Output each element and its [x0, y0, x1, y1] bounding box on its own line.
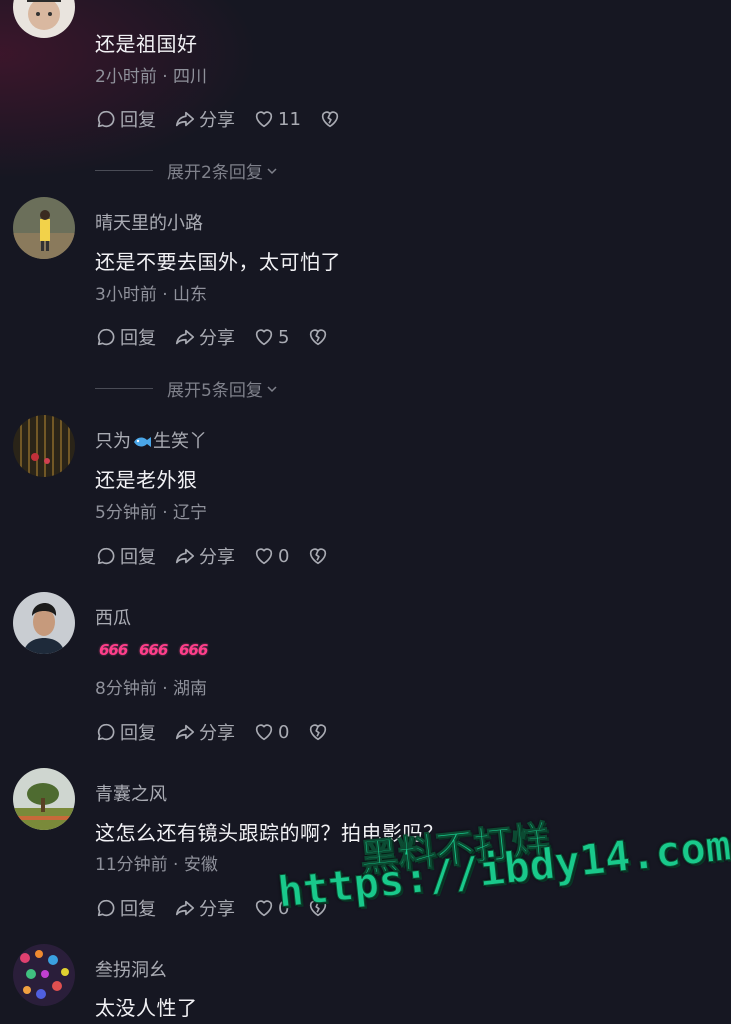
- broken-heart-icon: [310, 724, 327, 741]
- username[interactable]: 西瓜: [95, 604, 131, 630]
- emoji-row: 666 666 666: [99, 641, 208, 659]
- reply-button[interactable]: 回复: [95, 106, 156, 132]
- heart-icon: [255, 548, 273, 565]
- username[interactable]: 只为 生笑丫: [95, 427, 207, 453]
- share-icon: [175, 548, 195, 564]
- divider: [95, 170, 153, 171]
- share-button[interactable]: 分享: [174, 719, 235, 745]
- chevron-down-icon: [267, 167, 277, 174]
- like-button[interactable]: 0: [253, 721, 289, 743]
- like-count: 0: [278, 545, 290, 567]
- divider: [95, 388, 153, 389]
- comment-meta: 3小时前 · 山东: [95, 285, 208, 305]
- comment-meta: 11分钟前 · 安徽: [95, 855, 218, 875]
- emoji-666: 666: [179, 641, 208, 659]
- reply-icon: [97, 899, 115, 917]
- like-count: 0: [278, 721, 290, 743]
- share-label: 分享: [199, 899, 235, 920]
- broken-heart-icon: [310, 329, 327, 346]
- share-button[interactable]: 分享: [174, 324, 235, 350]
- reply-label: 回复: [120, 899, 156, 920]
- avatar[interactable]: [13, 415, 75, 477]
- like-button[interactable]: 11: [253, 108, 301, 130]
- comment-text: 还是祖国好: [95, 32, 198, 56]
- share-label: 分享: [199, 723, 235, 744]
- comment-actions: 回复 分享 5: [95, 324, 347, 350]
- username-prefix: 只为: [95, 431, 131, 452]
- like-count: 5: [278, 326, 290, 348]
- comment-text: 还是不要去国外，太可怕了: [95, 250, 341, 274]
- share-button[interactable]: 分享: [174, 895, 235, 921]
- share-icon: [175, 724, 195, 740]
- dislike-button[interactable]: [307, 545, 329, 567]
- expand-replies-button[interactable]: 展开2条回复: [95, 158, 279, 183]
- reply-icon: [97, 547, 115, 565]
- share-label: 分享: [199, 110, 235, 131]
- share-icon: [175, 900, 195, 916]
- reply-icon: [97, 723, 115, 741]
- comment-meta: 2小时前 · 四川: [95, 67, 208, 87]
- avatar[interactable]: [13, 944, 75, 1006]
- heart-icon: [255, 111, 273, 128]
- like-button[interactable]: 5: [253, 326, 289, 348]
- reply-button[interactable]: 回复: [95, 324, 156, 350]
- comment-meta: 5分钟前 · 辽宁: [95, 503, 208, 523]
- username[interactable]: 叁拐洞幺: [95, 956, 167, 982]
- comment-text: 太没人性了: [95, 996, 198, 1020]
- comment-actions: 回复 分享 0: [95, 543, 347, 569]
- expand-replies-label: 展开5条回复: [167, 381, 263, 401]
- reply-icon: [97, 328, 115, 346]
- reply-label: 回复: [120, 547, 156, 568]
- broken-heart-icon: [321, 111, 339, 128]
- reply-icon: [97, 110, 115, 128]
- reply-label: 回复: [120, 328, 156, 349]
- avatar[interactable]: [13, 0, 75, 38]
- dislike-button[interactable]: [307, 326, 329, 348]
- share-icon: [175, 111, 195, 127]
- avatar[interactable]: [13, 592, 75, 654]
- username[interactable]: 晴天里的小路: [95, 209, 203, 235]
- comment-actions: 回复 分享 11: [95, 106, 359, 132]
- heart-icon: [255, 900, 273, 917]
- reply-label: 回复: [120, 723, 156, 744]
- comment-meta: 8分钟前 · 湖南: [95, 679, 208, 699]
- heart-icon: [255, 329, 273, 346]
- fish-emoji-icon: [134, 437, 151, 447]
- comment-text: 还是老外狠: [95, 468, 198, 492]
- reply-button[interactable]: 回复: [95, 543, 156, 569]
- broken-heart-icon: [310, 548, 327, 565]
- share-label: 分享: [199, 328, 235, 349]
- share-button[interactable]: 分享: [174, 106, 235, 132]
- like-button[interactable]: 0: [253, 545, 289, 567]
- share-button[interactable]: 分享: [174, 543, 235, 569]
- chevron-down-icon: [267, 385, 277, 392]
- avatar[interactable]: [13, 197, 75, 259]
- emoji-666: 666: [99, 641, 128, 659]
- dislike-button[interactable]: [319, 108, 341, 130]
- emoji-666: 666: [139, 641, 168, 659]
- avatar[interactable]: [13, 768, 75, 830]
- reply-button[interactable]: 回复: [95, 719, 156, 745]
- comment-actions: 回复 分享 0: [95, 719, 347, 745]
- dislike-button[interactable]: [307, 721, 329, 743]
- username-suffix: 生笑丫: [153, 431, 207, 452]
- reply-button[interactable]: 回复: [95, 895, 156, 921]
- share-label: 分享: [199, 547, 235, 568]
- heart-icon: [255, 724, 273, 741]
- expand-replies-button[interactable]: 展开5条回复: [95, 376, 279, 401]
- share-icon: [175, 329, 195, 345]
- like-count: 11: [278, 108, 301, 130]
- username[interactable]: 青囊之风: [95, 780, 167, 806]
- reply-label: 回复: [120, 110, 156, 131]
- expand-replies-label: 展开2条回复: [167, 163, 263, 183]
